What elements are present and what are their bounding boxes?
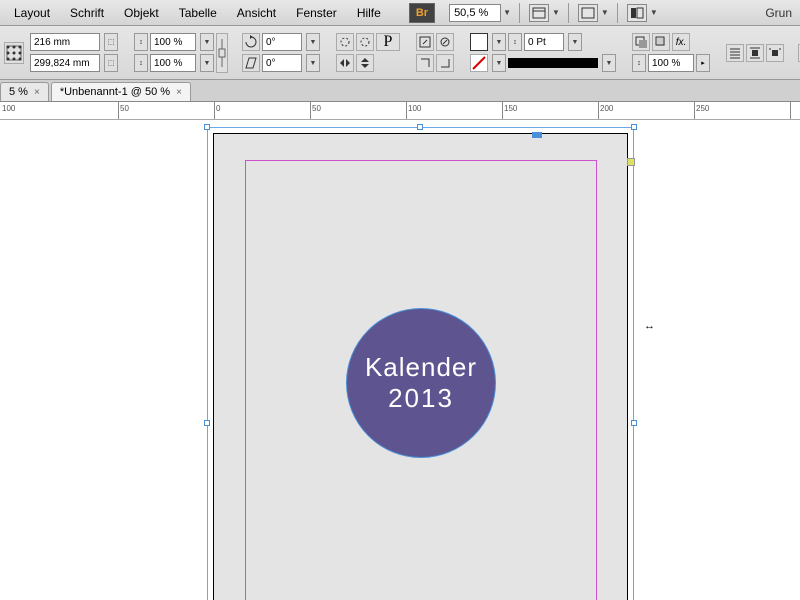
dropdown-icon[interactable]: ▼ [650,8,658,17]
none-swatch[interactable] [470,54,488,72]
workspace-label[interactable]: Grun [765,6,796,20]
calendar-circle[interactable]: Kalender 2013 [346,308,496,458]
document-tabs: 5 % × *Unbenannt-1 @ 50 % × [0,80,800,102]
rotate-icon [242,33,260,51]
dropdown-icon[interactable]: ▼ [200,33,214,51]
text-cursor-icon[interactable]: P [376,33,400,51]
dropdown-icon[interactable]: ▼ [601,8,609,17]
scale-x-input[interactable] [150,33,196,51]
menu-objekt[interactable]: Objekt [114,2,169,24]
reference-point-icon[interactable] [4,42,24,64]
tab-label: *Unbenannt-1 @ 50 % [60,86,170,98]
wrap-bbox-icon[interactable] [746,44,764,62]
selection-handle[interactable] [417,124,423,130]
dropdown-icon[interactable]: ▼ [492,54,506,72]
circle-text-line2: 2013 [388,383,454,414]
ruler-label: 100 [408,104,421,113]
scale-y-input[interactable] [150,54,196,72]
dropdown-icon[interactable]: ▼ [306,54,320,72]
flip-h-icon[interactable] [336,54,354,72]
dropdown-icon[interactable]: ▼ [602,54,616,72]
ruler-label: 250 [696,104,709,113]
dropdown-icon[interactable]: ▼ [306,33,320,51]
menu-layout[interactable]: Layout [4,2,60,24]
select-container-icon[interactable] [416,33,434,51]
rotate-ccw-icon[interactable] [336,33,354,51]
select-prev-icon[interactable] [416,54,434,72]
ruler-label: 150 [504,104,517,113]
zoom-level-input[interactable]: 50,5 % [449,4,501,22]
wrap-none-icon[interactable] [726,44,744,62]
separator [617,3,618,23]
link-icon[interactable]: ⬚ [104,33,118,51]
link-icon[interactable]: ⬚ [104,54,118,72]
menu-hilfe[interactable]: Hilfe [347,2,391,24]
stepper-icon[interactable]: ↕ [508,33,522,51]
flip-v-icon[interactable] [356,54,374,72]
menu-tabelle[interactable]: Tabelle [169,2,227,24]
ruler-label: 200 [600,104,613,113]
dropdown-icon[interactable]: ▸ [696,54,710,72]
anchor-handle[interactable] [627,158,635,166]
wrap-shape-icon[interactable] [766,44,784,62]
selection-handle[interactable] [204,420,210,426]
selection-handle[interactable] [631,420,637,426]
y-position-input[interactable] [30,54,100,72]
stepper-icon[interactable]: ↕ [134,54,148,72]
close-icon[interactable]: × [176,87,182,98]
fx-icon[interactable]: fx. [672,33,690,51]
effects-icon[interactable] [632,33,650,51]
ruler-label: 50 [312,104,321,113]
select-next-icon[interactable] [436,54,454,72]
menubar: Layout Schrift Objekt Tabelle Ansicht Fe… [0,0,800,26]
stepper-icon[interactable]: ↕ [134,33,148,51]
shear-icon [242,54,260,72]
dropdown-icon[interactable]: ▼ [552,8,560,17]
screen-mode-icon[interactable] [578,4,598,22]
dropdown-icon[interactable]: ▼ [492,33,506,51]
ruler-label: 0 [216,104,220,113]
canvas[interactable]: Kalender 2013 ↔ [0,120,800,600]
zoom-dropdown-icon[interactable]: ▼ [503,8,511,17]
circle-text-line1: Kalender [365,352,477,383]
horizontal-ruler[interactable]: 100 50 0 50 100 150 200 250 [0,102,800,120]
menu-fenster[interactable]: Fenster [286,2,347,24]
x-position-input[interactable] [30,33,100,51]
dropdown-icon[interactable]: ▼ [568,33,582,51]
document-tab[interactable]: *Unbenannt-1 @ 50 % × [51,82,191,101]
drop-shadow-icon[interactable] [652,33,670,51]
menu-schrift[interactable]: Schrift [60,2,114,24]
stroke-style-preview[interactable] [508,58,598,68]
dropdown-icon[interactable]: ▼ [200,54,214,72]
stepper-icon[interactable]: ↕ [632,54,646,72]
separator [568,3,569,23]
selection-handle[interactable] [631,124,637,130]
document-tab[interactable]: 5 % × [0,82,49,101]
resize-cursor-icon: ↔ [644,320,655,332]
ruler-label: 50 [120,104,129,113]
rotate-cw-icon[interactable] [356,33,374,51]
arrange-icon[interactable] [627,4,647,22]
separator [519,3,520,23]
stroke-weight-input[interactable] [524,33,564,51]
ruler-label: 100 [2,104,15,113]
view-mode-icon[interactable] [529,4,549,22]
shear-input[interactable] [262,54,302,72]
bridge-button[interactable]: Br [409,3,435,23]
control-panel: ⬚ ⬚ ↕▼ ↕▼ ▼ ▼ P [0,26,800,80]
tab-label: 5 % [9,86,28,98]
rotation-input[interactable] [262,33,302,51]
selection-handle[interactable] [204,124,210,130]
fill-swatch[interactable] [470,33,488,51]
opacity-input[interactable] [648,54,694,72]
menu-ansicht[interactable]: Ansicht [227,2,286,24]
select-content-icon[interactable] [436,33,454,51]
close-icon[interactable]: × [34,87,40,98]
constrain-icon[interactable] [216,33,228,73]
selection-handle[interactable] [532,132,542,138]
